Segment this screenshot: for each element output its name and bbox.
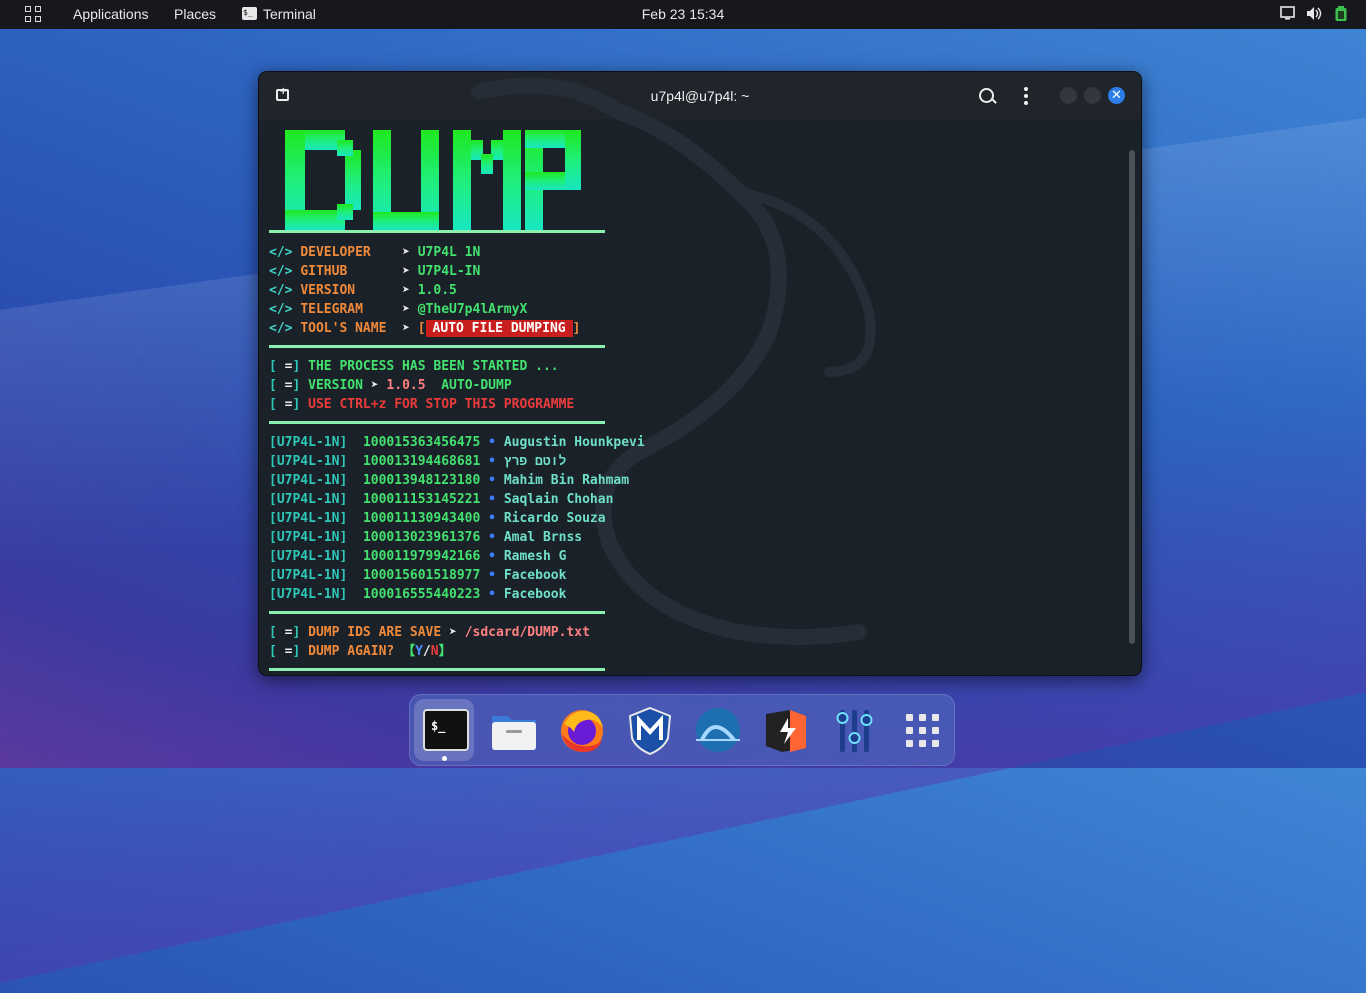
show-apps-icon[interactable] [896,704,948,756]
divider [269,345,605,348]
status-line: [ =] THE PROCESS HAS BEEN STARTED ... [269,359,559,374]
result-row: [U7P4L-1N] 100016555440223 • Facebook [269,587,567,602]
minimize-button[interactable] [1060,87,1077,104]
close-button[interactable]: ✕ [1108,87,1125,104]
wireshark-app-icon[interactable] [692,704,744,756]
result-row: [U7P4L-1N] 100013948123180 • Mahim Bin R… [269,473,630,488]
top-panel: Applications Places $_ Terminal Feb 23 1… [0,0,1366,29]
divider [269,230,605,233]
divider [269,668,605,671]
result-row: [U7P4L-1N] 100013194468681 • לוטם פרץ [269,454,567,469]
info-line: </> VERSION ➤ 1.0.5 [269,283,457,298]
running-indicator [442,756,447,761]
tool-name-badge: AUTO FILE DUMPING [425,320,573,337]
firefox-app-icon[interactable] [556,704,608,756]
terminal-app-icon[interactable]: $_ [420,704,472,756]
status-line: [ =] VERSION ➤ 1.0.5 AUTO-DUMP [269,378,512,393]
metasploit-app-icon[interactable] [624,704,676,756]
info-line: </> DEVELOPER ➤ U7P4L 1N [269,245,481,260]
scrollbar[interactable] [1129,150,1135,644]
prompt-line: [ =] DUMP AGAIN? 【Y/N】 [269,644,452,659]
battery-icon[interactable] [1334,6,1348,25]
svg-text:$_: $_ [431,719,446,734]
result-row: [U7P4L-1N] 100013023961376 • Amal Brnss [269,530,583,545]
dock: $_ [409,694,955,766]
maximize-button[interactable] [1084,87,1101,104]
info-line: </> GITHUB ➤ U7P4L-IN [269,264,481,279]
result-row: [U7P4L-1N] 100011130943400 • Ricardo Sou… [269,511,606,526]
settings-mixer-app-icon[interactable] [828,704,880,756]
info-line: </> TOOL'S NAME ➤ [AUTO FILE DUMPING] [269,320,581,337]
files-app-icon[interactable] [488,704,540,756]
info-line: </> TELEGRAM ➤ @TheU7p4lArmyX [269,302,528,317]
burpsuite-app-icon[interactable] [760,704,812,756]
result-row: [U7P4L-1N] 100011979942166 • Ramesh G [269,549,567,564]
divider [269,611,605,614]
result-row: [U7P4L-1N] 100015601518977 • Facebook [269,568,567,583]
terminal-content[interactable]: </> DEVELOPER ➤ U7P4L 1N </> GITHUB ➤ U7… [269,120,1131,675]
status-line: [ =] USE CTRL+z FOR STOP THIS PROGRAMME [269,397,575,412]
divider [269,421,605,424]
save-line: [ =] DUMP IDS ARE SAVE ➤ /sdcard/DUMP.tx… [269,625,590,640]
volume-icon[interactable] [1306,6,1323,24]
terminal-window: u7p4l@u7p4l: ~ ✕ [258,71,1142,676]
result-row: [U7P4L-1N] 100015363456475 • Augustin Ho… [269,435,645,450]
dump-logo [285,130,581,230]
clock[interactable]: Feb 23 15:34 [0,6,1366,22]
screen-icon[interactable] [1280,6,1295,23]
result-row: [U7P4L-1N] 100011153145221 • Saqlain Cho… [269,492,614,507]
